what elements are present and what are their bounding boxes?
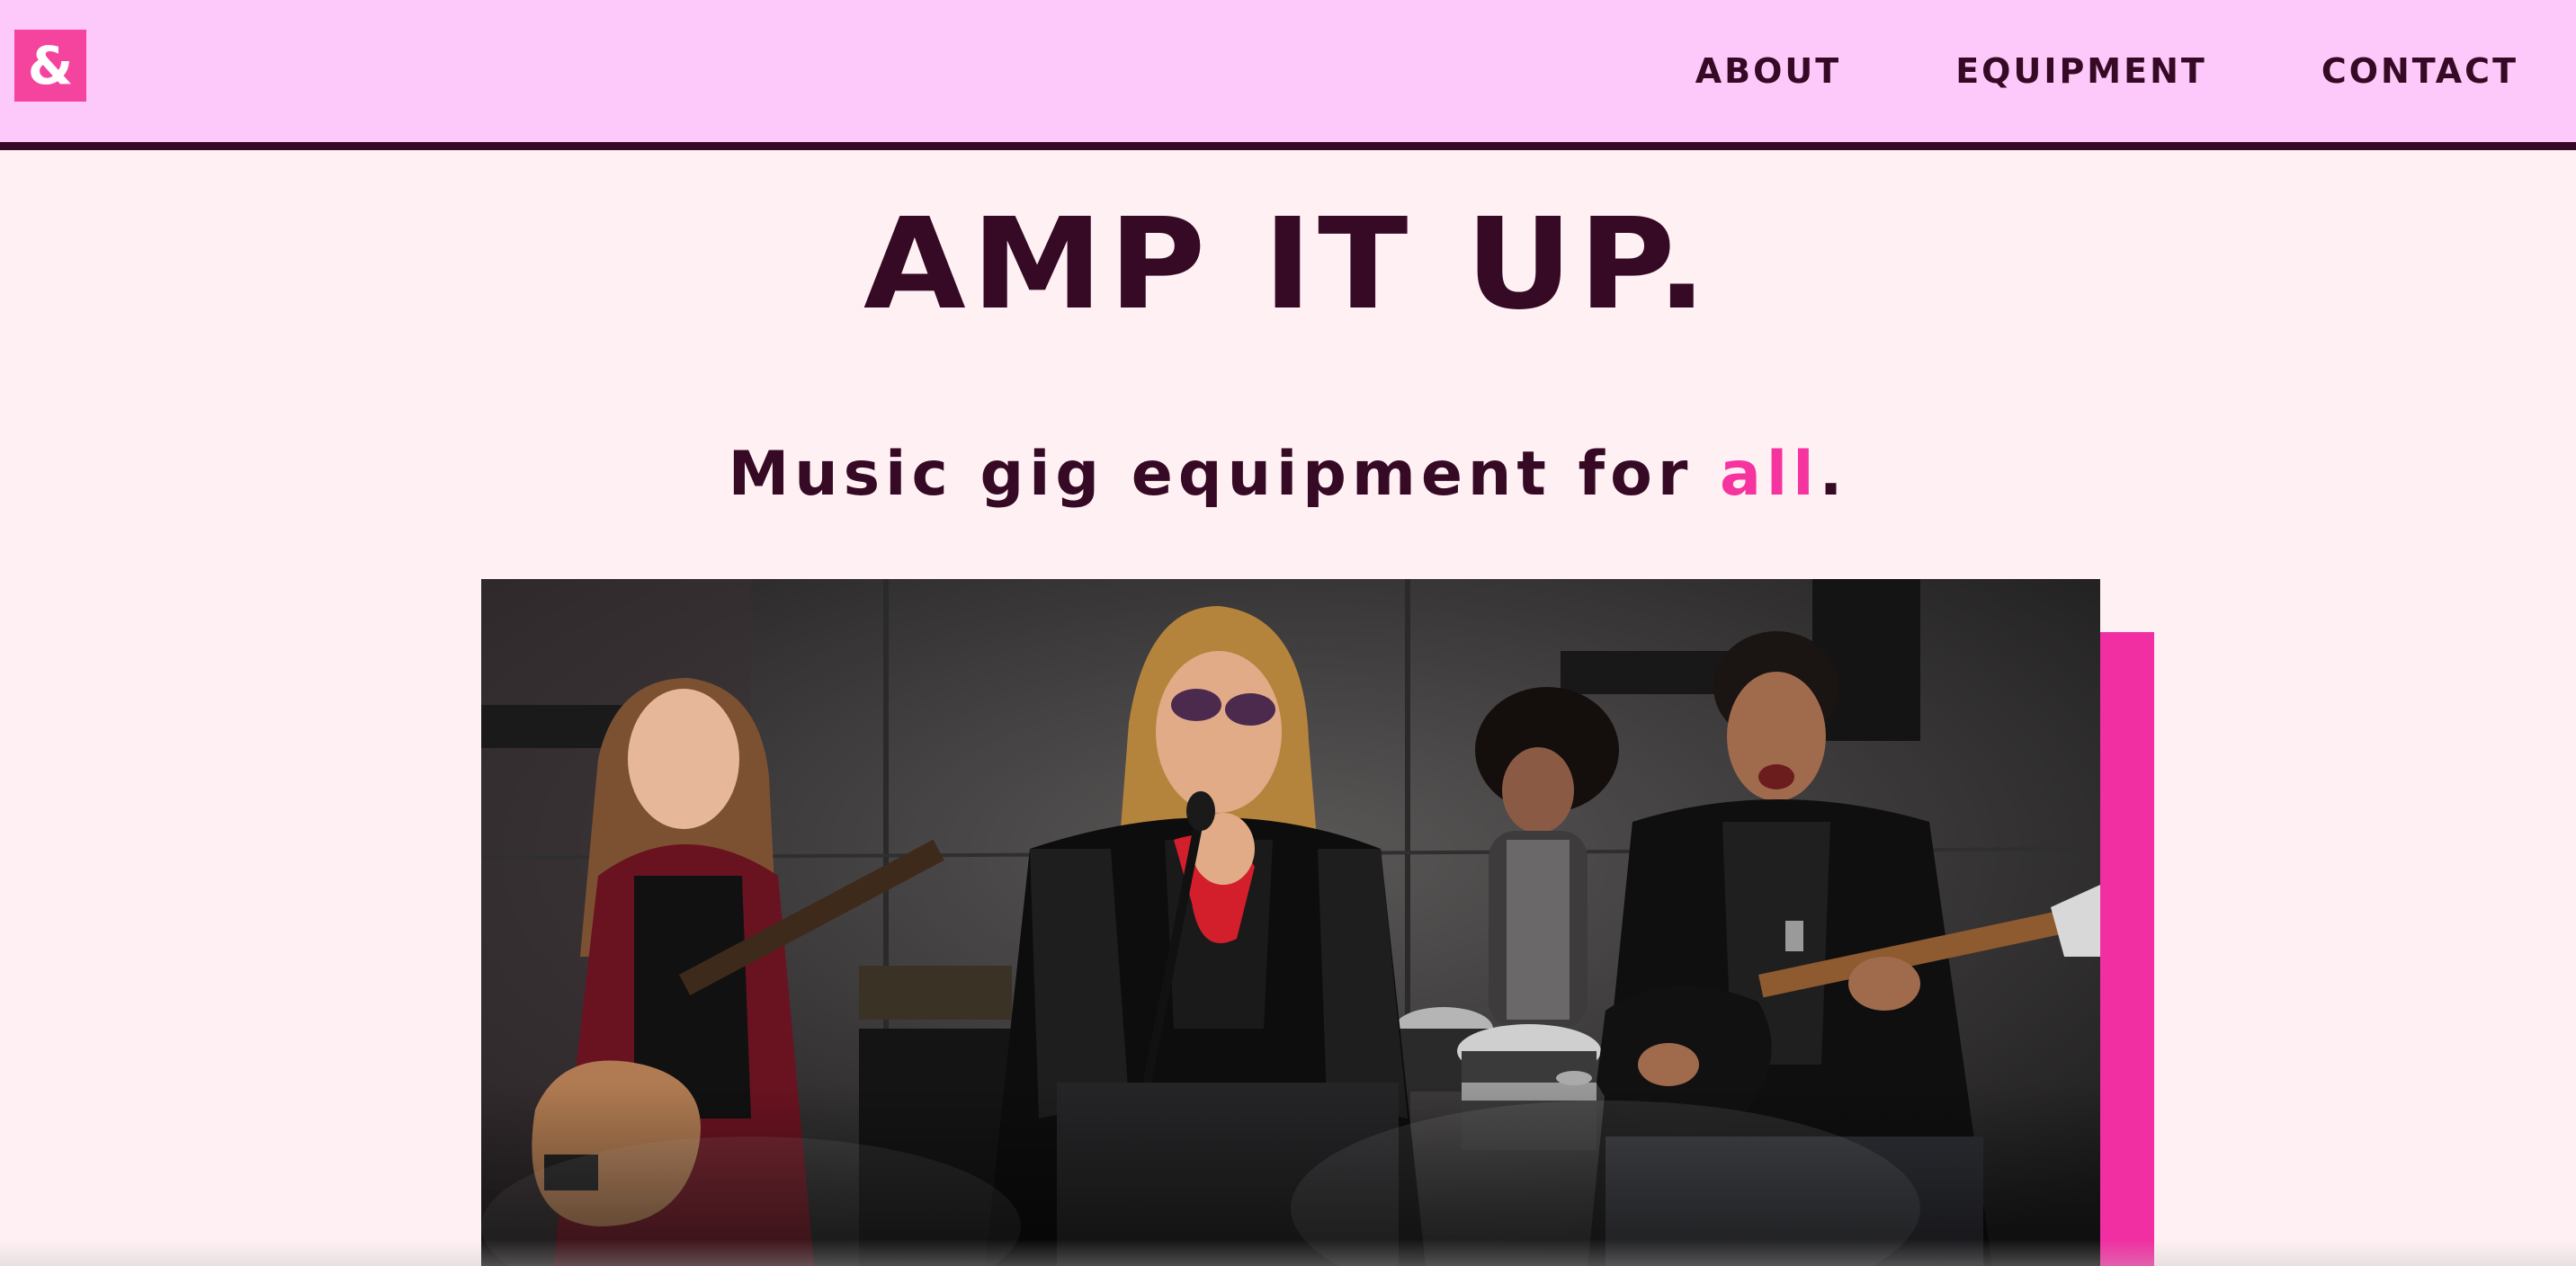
band-illustration [481,579,2100,1266]
hero-band-photo [481,579,2100,1266]
site-header: & ABOUT EQUIPMENT CONTACT [0,0,2576,150]
hero-tagline: Music gig equipment for all. [0,439,2576,511]
tagline-suffix: . [1819,439,1848,510]
nav-link-equipment[interactable]: EQUIPMENT [1955,51,2207,91]
logo-ampersand: & [27,35,74,96]
nav-link-contact[interactable]: CONTACT [2321,51,2518,91]
nav-link-about[interactable]: ABOUT [1695,51,1841,91]
logo[interactable]: & [14,30,86,102]
tagline-accent-word: all [1720,439,1820,510]
photo-accent-bar [2100,632,2154,1266]
hero-headline: AMP IT UP. [863,192,1713,338]
main-nav: ABOUT EQUIPMENT CONTACT [1695,0,2518,142]
tagline-prefix: Music gig equipment for [728,439,1721,510]
